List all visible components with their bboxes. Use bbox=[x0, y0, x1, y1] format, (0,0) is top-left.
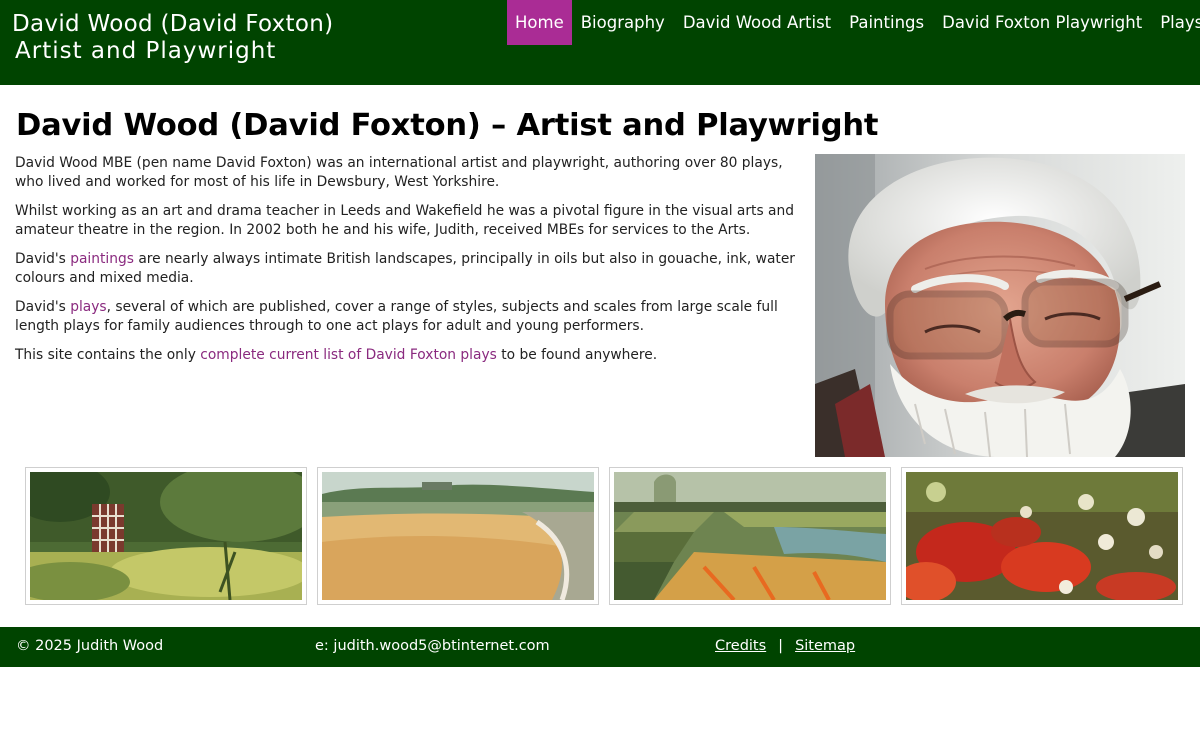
main-nav: Home Biography David Wood Artist Paintin… bbox=[507, 0, 1200, 45]
painting-gallery bbox=[25, 467, 1185, 605]
page-title: David Wood (David Foxton) – Artist and P… bbox=[16, 108, 879, 143]
site-title-line2: Artist and Playwright bbox=[15, 38, 277, 64]
gallery-thumbnail-wheat-field[interactable] bbox=[317, 467, 599, 605]
portrait-photo bbox=[815, 154, 1185, 457]
footer-separator: | bbox=[778, 638, 784, 654]
credits-link[interactable]: Credits bbox=[715, 638, 766, 654]
p4-text-before: David's bbox=[15, 299, 71, 315]
intro-paragraph-2: Whilst working as an art and drama teach… bbox=[15, 203, 794, 238]
paintings-link[interactable]: paintings bbox=[70, 251, 134, 267]
nav-item-home[interactable]: Home bbox=[507, 0, 572, 45]
nav-item-biography[interactable]: Biography bbox=[572, 0, 674, 45]
gallery-thumbnail-formal-garden[interactable] bbox=[609, 467, 891, 605]
footer-links: Credits | Sitemap bbox=[715, 627, 855, 665]
plays-link[interactable]: plays bbox=[70, 299, 106, 315]
site-title[interactable]: David Wood (David Foxton) Artist and Pla… bbox=[12, 11, 333, 65]
intro-paragraph-3: David's paintings are nearly always inti… bbox=[15, 250, 795, 288]
intro-paragraph-5: This site contains the only complete cur… bbox=[15, 346, 795, 365]
intro-paragraph-4: David's plays, several of which are publ… bbox=[15, 298, 795, 336]
site-header: David Wood (David Foxton) Artist and Pla… bbox=[0, 0, 1200, 85]
nav-item-paintings[interactable]: Paintings bbox=[840, 0, 933, 45]
gallery-thumbnail-wildflowers[interactable] bbox=[901, 467, 1183, 605]
site-title-line1: David Wood (David Foxton) bbox=[12, 11, 334, 37]
nav-item-david-foxton-playwright[interactable]: David Foxton Playwright bbox=[933, 0, 1151, 45]
intro-paragraph-1: David Wood MBE (pen name David Foxton) w… bbox=[15, 155, 783, 190]
p4-text-after: , several of which are published, cover … bbox=[15, 299, 778, 334]
p3-text-before: David's bbox=[15, 251, 71, 267]
p5-text-after: to be found anywhere. bbox=[496, 347, 658, 363]
intro-text: David Wood MBE (pen name David Foxton) w… bbox=[15, 154, 795, 375]
plays-list-link[interactable]: complete current list of David Foxton pl… bbox=[200, 347, 497, 363]
contact-email: e: judith.wood5@btinternet.com bbox=[315, 638, 550, 654]
nav-item-david-wood-artist[interactable]: David Wood Artist bbox=[674, 0, 840, 45]
p5-text-before: This site contains the only bbox=[15, 347, 201, 363]
nav-item-plays[interactable]: Plays bbox=[1151, 0, 1200, 45]
site-footer: © 2025 Judith Wood e: judith.wood5@btint… bbox=[0, 627, 1200, 667]
copyright-text: © 2025 Judith Wood bbox=[16, 638, 164, 654]
gallery-thumbnail-garden-door[interactable] bbox=[25, 467, 307, 605]
sitemap-link[interactable]: Sitemap bbox=[795, 638, 855, 654]
